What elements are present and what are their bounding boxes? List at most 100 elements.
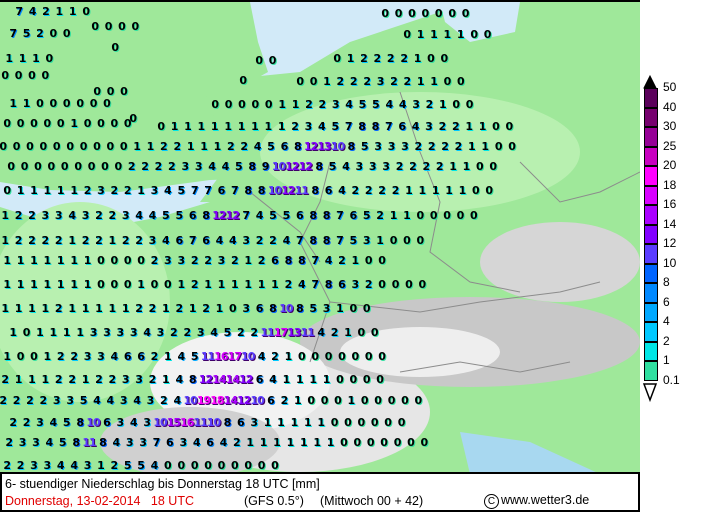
- precip-value: 0: [389, 234, 398, 247]
- precip-value: 3: [250, 416, 258, 429]
- precip-value: 1: [16, 184, 25, 197]
- value-row: 1110: [2, 50, 56, 65]
- precip-value: 3: [322, 302, 331, 315]
- precip-value: 3: [89, 326, 98, 339]
- precip-value: 2: [190, 254, 199, 267]
- precip-value: 0: [3, 184, 11, 197]
- precip-value: 1: [413, 52, 422, 65]
- precip-value: 4: [210, 326, 218, 339]
- precip-value: 2: [257, 254, 266, 267]
- precip-value: 7: [152, 436, 161, 449]
- precip-value: 1: [271, 278, 279, 291]
- precip-value: 3: [179, 436, 187, 449]
- precip-value: 0: [443, 209, 451, 222]
- precip-value: 0: [43, 117, 52, 130]
- source-url[interactable]: www.wetter3.de: [501, 493, 589, 507]
- precip-value: 0: [427, 52, 435, 65]
- precip-value: 0: [137, 254, 145, 267]
- precip-value: 0: [123, 254, 132, 267]
- precip-value: 2: [0, 394, 7, 407]
- precip-value: 0: [110, 117, 118, 130]
- precip-value: 12: [304, 140, 318, 153]
- precip-value: 0: [244, 459, 252, 472]
- precip-value: 1: [56, 278, 65, 291]
- precip-value: 2: [108, 209, 116, 222]
- precip-value: 6: [206, 436, 214, 449]
- precip-value: 2: [386, 52, 395, 65]
- precip-value: 3: [425, 120, 433, 133]
- precip-value: 6: [202, 234, 210, 247]
- precip-value: 0: [83, 117, 92, 130]
- precip-value: 1: [468, 140, 476, 153]
- precip-value: 2: [26, 394, 34, 407]
- precip-value: 5: [175, 209, 183, 222]
- precip-value: 8: [295, 302, 304, 315]
- precip-value: 0: [374, 394, 382, 407]
- precip-value: 1: [449, 160, 457, 173]
- precip-value: 1: [326, 436, 335, 449]
- precip-value: 0: [164, 278, 172, 291]
- precip-value: 4: [106, 394, 114, 407]
- legend-label: 16: [663, 197, 677, 211]
- precip-value: 0: [164, 459, 172, 472]
- precip-value: 1: [295, 373, 304, 386]
- precip-value: 4: [282, 234, 291, 247]
- precip-value: 2: [121, 234, 130, 247]
- precip-value: 2: [190, 278, 199, 291]
- precip-value: 2: [16, 459, 25, 472]
- precip-value: 14: [225, 373, 240, 386]
- precip-value: 0: [211, 98, 219, 111]
- precip-value: 4: [129, 416, 138, 429]
- precip-value: 7: [190, 184, 199, 197]
- precip-value: 2: [338, 254, 346, 267]
- precip-value: 1: [224, 120, 232, 133]
- precip-value: 2: [204, 254, 212, 267]
- precip-value: 3: [376, 75, 385, 88]
- precip-value: 0: [76, 97, 84, 110]
- precip-value: 4: [221, 160, 230, 173]
- precip-value: 0: [106, 140, 114, 153]
- precip-value: 0: [408, 7, 416, 20]
- precip-value: 3: [54, 209, 63, 222]
- precip-value: 0: [470, 209, 478, 222]
- precip-value: 0: [62, 27, 71, 40]
- precip-value: 0: [104, 20, 113, 33]
- precip-value: 1: [49, 326, 58, 339]
- precip-value: 3: [382, 160, 390, 173]
- precip-value: 1: [416, 28, 425, 41]
- precip-value: 1: [30, 278, 38, 291]
- precip-value: 0: [434, 7, 443, 20]
- precip-value: 1: [1, 234, 9, 247]
- legend-label: 18: [663, 177, 677, 192]
- precip-value: 0: [268, 54, 277, 67]
- precip-value: 6: [349, 209, 358, 222]
- precip-value: 4: [173, 394, 181, 407]
- value-row: 1 0 1 1 1 1 3 3 3 3 4 3 2 2 3 4 5 2 2 11171311 4 2 1 0 0: [6, 324, 381, 339]
- precip-value: 0: [489, 160, 497, 173]
- precip-value: 1: [278, 98, 286, 111]
- precip-value: 1: [3, 254, 11, 267]
- precip-value: 7: [242, 209, 250, 222]
- precip-value: 6: [398, 120, 406, 133]
- precip-value: 4: [177, 350, 185, 363]
- precip-value: 0: [66, 140, 74, 153]
- precip-value: 0: [204, 459, 212, 472]
- legend-label: 50: [663, 80, 677, 94]
- precip-value: 2: [414, 140, 422, 153]
- value-row: 11111110001001211111124786320000: [0, 276, 429, 291]
- precip-value: 5: [269, 209, 277, 222]
- precip-value: 6: [166, 436, 174, 449]
- precip-value: 2: [173, 140, 181, 153]
- value-row: 75200: [6, 25, 73, 40]
- precip-value: 17: [273, 326, 288, 339]
- precip-value: 1: [70, 278, 78, 291]
- precip-value: 0: [357, 416, 366, 429]
- precip-value: 3: [119, 394, 128, 407]
- precip-value: 4: [257, 350, 266, 363]
- precip-value: 0: [472, 184, 480, 197]
- value-row: 2 2 3 4 5 8 10 6 3 4 3 1015161110 8 6 3 1 1 1 1 1 0 0 0 0 0 0: [6, 414, 408, 429]
- precip-value: 0: [111, 41, 119, 54]
- precip-value: 3: [401, 140, 409, 153]
- precip-value: 12: [298, 160, 313, 173]
- precip-value: 7: [204, 184, 212, 197]
